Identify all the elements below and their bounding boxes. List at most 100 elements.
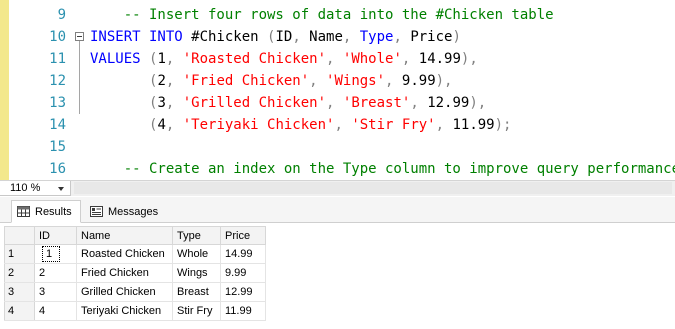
- code-token: ,: [326, 95, 343, 111]
- zoom-dropdown[interactable]: 110 %: [0, 181, 71, 196]
- code-token: (: [90, 117, 158, 133]
- code-token: ,: [401, 51, 419, 67]
- code-token: 'Wings': [326, 73, 386, 89]
- row-number[interactable]: 1: [4, 244, 35, 264]
- code-token: ,: [165, 95, 183, 111]
- code-line[interactable]: 12 (2, 'Fried Chicken', 'Wings', 9.99),: [0, 70, 675, 92]
- tab-results-label: Results: [35, 205, 72, 218]
- code-text: -- Insert four rows of data into the #Ch…: [90, 4, 554, 26]
- table-cell-name[interactable]: Grilled Chicken: [76, 282, 173, 302]
- editor-status-strip: 110 %: [0, 180, 675, 196]
- line-number: 11: [49, 51, 66, 67]
- code-token: -- Create an index on the Type column to…: [90, 161, 675, 177]
- table-cell-type[interactable]: Wings: [172, 263, 221, 283]
- code-token: (: [90, 95, 158, 111]
- code-line[interactable]: 13 (3, 'Grilled Chicken', 'Breast', 12.9…: [0, 92, 675, 114]
- table-cell-price[interactable]: 12.99: [220, 282, 266, 302]
- line-number: 13: [49, 95, 66, 111]
- code-token: Name: [309, 29, 343, 45]
- code-token: ,: [309, 73, 327, 89]
- code-token: Type: [359, 29, 394, 45]
- code-token: 1: [157, 51, 166, 67]
- row-number[interactable]: 2: [4, 263, 35, 283]
- grid-header-row: ID Name Type Price: [4, 226, 266, 245]
- table-cell-price[interactable]: 11.99: [220, 301, 266, 321]
- code-line[interactable]: 15: [0, 136, 675, 158]
- column-header-id[interactable]: ID: [34, 226, 77, 245]
- horizontal-scrollbar[interactable]: [74, 182, 672, 194]
- code-token: 'Roasted Chicken': [182, 51, 327, 67]
- code-token: 3: [157, 95, 166, 111]
- results-grid[interactable]: ID Name Type Price 1 1 Roasted Chicken W…: [4, 226, 266, 321]
- code-line[interactable]: 9 -- Insert four rows of data into the #…: [0, 4, 675, 26]
- code-token: ,: [435, 117, 453, 133]
- code-token: ,: [393, 29, 411, 45]
- code-text: (4, 'Teriyaki Chicken', 'Stir Fry', 11.9…: [90, 114, 511, 136]
- table-cell-type[interactable]: Stir Fry: [172, 301, 221, 321]
- table-cell-id[interactable]: 3: [34, 282, 77, 302]
- code-token: ,: [342, 29, 360, 45]
- code-token: Price: [410, 29, 453, 45]
- code-token: 14.99: [418, 51, 461, 67]
- column-header-price[interactable]: Price: [220, 226, 266, 245]
- line-number: 10: [49, 29, 66, 45]
- code-token: ,: [385, 73, 402, 89]
- code-token: );: [494, 117, 512, 133]
- column-header-type[interactable]: Type: [172, 226, 221, 245]
- table-cell-id[interactable]: 2: [34, 263, 77, 283]
- column-header-name[interactable]: Name: [76, 226, 173, 245]
- code-token: ,: [165, 51, 183, 67]
- code-token: 9.99: [401, 73, 436, 89]
- table-cell-price[interactable]: 14.99: [220, 244, 266, 264]
- grid-corner[interactable]: [4, 226, 35, 245]
- code-token: ,: [326, 51, 343, 67]
- code-token: -- Insert four rows of data into the #Ch…: [90, 7, 554, 23]
- code-token: VALUES: [90, 51, 141, 67]
- code-token: 11.99: [452, 117, 495, 133]
- code-line[interactable]: 16 -- Create an index on the Type column…: [0, 158, 675, 180]
- code-token: ),: [460, 51, 478, 67]
- query-editor[interactable]: 9 -- Insert four rows of data into the #…: [0, 0, 675, 180]
- code-line[interactable]: 14 (4, 'Teriyaki Chicken', 'Stir Fry', 1…: [0, 114, 675, 136]
- collapse-icon[interactable]: [75, 32, 84, 41]
- row-number[interactable]: 4: [4, 301, 35, 321]
- row-number[interactable]: 3: [4, 282, 35, 302]
- code-token: 2: [157, 73, 166, 89]
- grid-icon: [17, 206, 30, 217]
- code-token: ,: [334, 117, 352, 133]
- table-cell-name[interactable]: Roasted Chicken: [76, 244, 173, 264]
- table-cell-id[interactable]: 1: [34, 244, 77, 264]
- table-row[interactable]: 2 2 Fried Chicken Wings 9.99: [4, 263, 266, 283]
- code-line[interactable]: 10 INSERT INTO #Chicken (ID, Name, Type, …: [0, 26, 675, 48]
- messages-icon: [90, 206, 103, 217]
- code-line[interactable]: 11 VALUES (1, 'Roasted Chicken', 'Whole',…: [0, 48, 675, 70]
- table-cell-name[interactable]: Teriyaki Chicken: [76, 301, 173, 321]
- code-token: INSERT INTO: [90, 29, 183, 45]
- tab-results[interactable]: Results: [11, 200, 81, 223]
- line-number: 14: [49, 117, 66, 133]
- table-cell-type[interactable]: Whole: [172, 244, 221, 264]
- code-text: INSERT INTO #Chicken (ID, Name, Type, Pr…: [90, 26, 461, 48]
- table-row[interactable]: 4 4 Teriyaki Chicken Stir Fry 11.99: [4, 301, 266, 321]
- results-tab-bar: Results Messages: [0, 197, 675, 223]
- code-token: 'Fried Chicken': [182, 73, 310, 89]
- code-token: (: [140, 51, 158, 67]
- table-cell-type[interactable]: Breast: [172, 282, 221, 302]
- code-text: VALUES (1, 'Roasted Chicken', 'Whole', 1…: [90, 48, 478, 70]
- code-token: ,: [165, 117, 183, 133]
- table-row[interactable]: 1 1 Roasted Chicken Whole 14.99: [4, 244, 266, 264]
- table-row[interactable]: 3 3 Grilled Chicken Breast 12.99: [4, 282, 266, 302]
- code-token: 4: [157, 117, 166, 133]
- tab-messages[interactable]: Messages: [85, 200, 161, 223]
- code-text: (2, 'Fried Chicken', 'Wings', 9.99),: [90, 70, 452, 92]
- code-token: (: [90, 73, 158, 89]
- code-token: ),: [469, 95, 487, 111]
- table-cell-price[interactable]: 9.99: [220, 263, 266, 283]
- line-number: 15: [49, 139, 66, 155]
- code-token: ,: [292, 29, 310, 45]
- tab-messages-label: Messages: [108, 205, 159, 218]
- code-text: (3, 'Grilled Chicken', 'Breast', 12.99),: [90, 92, 486, 114]
- table-cell-id[interactable]: 4: [34, 301, 77, 321]
- line-number: 16: [49, 161, 66, 177]
- table-cell-name[interactable]: Fried Chicken: [76, 263, 173, 283]
